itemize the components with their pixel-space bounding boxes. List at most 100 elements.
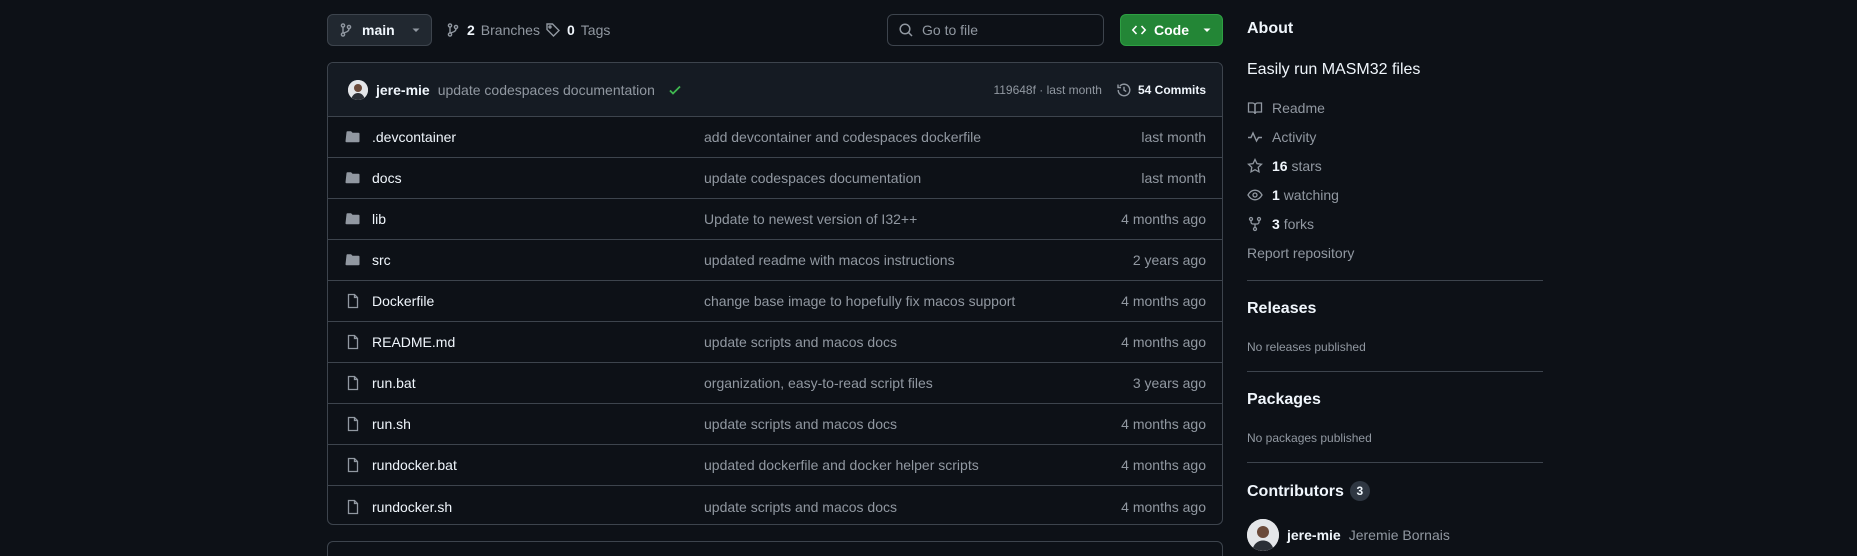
stars-label: stars [1291,158,1322,174]
check-icon[interactable] [667,82,683,98]
contributors-count-badge: 3 [1349,481,1370,501]
git-branch-icon [445,22,461,38]
code-icon [1131,22,1147,38]
history-icon [1116,82,1132,98]
forks-count: 3 [1272,216,1280,232]
packages-note: No packages published [1247,431,1372,445]
branch-selector-button[interactable]: main [327,14,432,46]
code-button-label: Code [1154,22,1189,38]
file-commit-message[interactable]: update scripts and macos docs [704,334,897,350]
file-name-link[interactable]: rundocker.sh [372,499,704,515]
report-repository-link[interactable]: Report repository [1247,245,1354,261]
fork-icon [1247,216,1263,232]
stars-count: 16 [1272,158,1288,174]
file-commit-message[interactable]: add devcontainer and codespaces dockerfi… [704,129,981,145]
watching-link[interactable]: 1 watching [1247,187,1339,203]
file-commit-message[interactable]: update scripts and macos docs [704,499,897,515]
file-commit-date: 2 years ago [1132,252,1206,268]
file-commit-date: 3 years ago [1132,375,1206,391]
stars-link[interactable]: 16 stars [1247,158,1322,174]
file-commit-message[interactable]: update scripts and macos docs [704,416,897,432]
file-commit-date: 4 months ago [1121,293,1206,309]
file-name-link[interactable]: src [372,252,704,268]
file-commit-date: 4 months ago [1121,457,1206,473]
file-icon [345,334,361,350]
tags-link[interactable]: 0 Tags [545,14,610,46]
file-row[interactable]: run.sh update scripts and macos docs 4 mon… [328,404,1222,445]
releases-heading[interactable]: Releases [1247,300,1316,318]
contributor-name: Jeremie Bornais [1348,527,1450,543]
file-commit-message[interactable]: organization, easy-to-read script files [704,375,933,391]
file-name-link[interactable]: lib [372,211,704,227]
file-browser: jere-mie update codespaces documentation… [327,62,1223,525]
contributor-item[interactable]: jere-mie Jeremie Bornais [1247,519,1450,551]
activity-label: Activity [1272,129,1317,145]
commit-message[interactable]: update codespaces documentation [438,82,655,98]
divider [1247,280,1543,281]
file-commit-message[interactable]: update codespaces documentation [704,170,921,186]
packages-heading[interactable]: Packages [1247,391,1321,409]
about-heading: About [1247,20,1294,37]
go-to-file-search[interactable] [887,14,1104,46]
file-name-link[interactable]: README.md [372,334,704,350]
file-icon [345,457,361,473]
readme-panel [327,541,1223,556]
branches-link[interactable]: 2 Branches [445,14,540,46]
file-commit-message[interactable]: change base image to hopefully fix macos… [704,293,1015,309]
file-commit-message[interactable]: Update to newest version of I32++ [704,211,917,227]
watching-label: watching [1283,187,1339,203]
avatar [1247,519,1279,551]
caret-down-icon [411,25,421,35]
file-commit-date: 4 months ago [1121,211,1206,227]
branches-count: 2 [467,22,475,38]
watching-count: 1 [1272,187,1280,203]
commit-sha-time[interactable]: 119648f · last month [993,83,1102,97]
file-row[interactable]: rundocker.bat updated dockerfile and dock… [328,445,1222,486]
file-row[interactable]: README.md update scripts and macos docs 4 … [328,322,1222,363]
folder-row[interactable]: lib Update to newest version of I32++ 4 mo… [328,199,1222,240]
contributors-title: Contributors [1247,483,1344,500]
folder-row[interactable]: docs update codespaces documentation last … [328,158,1222,199]
branch-name: main [362,22,395,38]
folder-row[interactable]: src updated readme with macos instruction… [328,240,1222,281]
file-name-link[interactable]: run.sh [372,416,704,432]
commits-history-link[interactable]: 54 Commits [1116,82,1206,98]
folder-icon [345,252,361,268]
file-commit-message[interactable]: updated dockerfile and docker helper scr… [704,457,979,473]
file-icon [345,375,361,391]
file-name-link[interactable]: docs [372,170,704,186]
file-row[interactable]: rundocker.sh update scripts and macos doc… [328,486,1222,524]
star-icon [1247,158,1263,174]
go-to-file-input[interactable] [922,22,1082,38]
code-button[interactable]: Code [1120,14,1223,46]
commits-count-label: 54 Commits [1137,82,1206,97]
file-commit-date: 4 months ago [1121,334,1206,350]
avatar[interactable] [348,79,368,100]
tags-label: Tags [580,22,611,38]
file-name-link[interactable]: rundocker.bat [372,457,704,473]
contributor-login: jere-mie [1287,527,1341,543]
activity-link[interactable]: Activity [1247,129,1316,145]
search-icon [898,22,914,38]
folder-row[interactable]: .devcontainer add devcontainer and codesp… [328,117,1222,158]
forks-link[interactable]: 3 forks [1247,216,1314,232]
tag-icon [545,22,561,38]
file-row[interactable]: run.bat organization, easy-to-read script… [328,363,1222,404]
file-commit-date: last month [1141,129,1206,145]
file-name-link[interactable]: run.bat [372,375,704,391]
divider [1247,371,1543,372]
commit-author[interactable]: jere-mie [376,82,430,98]
file-row[interactable]: Dockerfile change base image to hopefully… [328,281,1222,322]
git-branch-icon [338,22,354,38]
contributors-heading[interactable]: Contributors 3 [1247,481,1370,501]
about-description: Easily run MASM32 files [1247,61,1421,78]
file-name-link[interactable]: .devcontainer [372,129,704,145]
folder-icon [345,170,361,186]
file-commit-message[interactable]: updated readme with macos instructions [704,252,955,268]
folder-icon [345,129,361,145]
pulse-icon [1247,129,1263,145]
file-name-link[interactable]: Dockerfile [372,293,704,309]
divider [1247,462,1543,463]
folder-icon [345,211,361,227]
readme-link[interactable]: Readme [1247,100,1325,116]
